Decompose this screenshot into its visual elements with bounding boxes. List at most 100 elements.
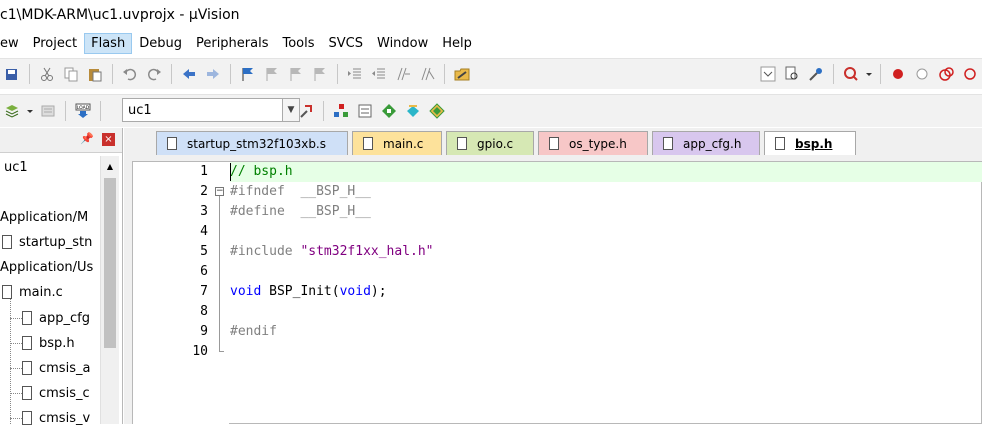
code-line[interactable]: #define __BSP_H__ (230, 202, 982, 222)
scroll-up-icon[interactable]: ▲ (102, 158, 118, 174)
tree-file-main-c[interactable]: main.c (0, 281, 100, 303)
line-number-gutter: 1 2 3 4 5 6 7 8 9 10 − (133, 162, 229, 425)
nav-back-icon[interactable] (178, 63, 200, 85)
nav-forward-icon[interactable] (202, 63, 224, 85)
menu-view[interactable]: ew (0, 33, 26, 54)
file-icon (22, 311, 32, 325)
editor-tabs: startup_stm32f103xb.s main.c gpio.c os_t… (124, 128, 982, 156)
project-scrollbar[interactable]: ▲ (100, 156, 119, 424)
menu-help[interactable]: Help (435, 33, 479, 54)
toolbar-separator (171, 64, 172, 84)
save-all-icon[interactable] (1, 63, 23, 85)
tab-main-c[interactable]: main.c (352, 131, 442, 155)
pin-icon[interactable]: 📌 (80, 132, 94, 145)
translate-icon[interactable] (1, 100, 23, 122)
code-token: ); (370, 284, 387, 299)
debug-settings-icon[interactable] (805, 63, 827, 85)
incremental-find-icon[interactable] (781, 63, 803, 85)
toolbar-separator (100, 101, 101, 121)
target-select[interactable]: uc1 ▼ (122, 98, 300, 122)
code-line[interactable]: #endif (230, 322, 982, 342)
code-line[interactable] (230, 342, 982, 362)
select-packs-icon[interactable] (378, 100, 400, 122)
file-icon (457, 137, 467, 150)
menu-project[interactable]: Project (26, 33, 84, 54)
menu-peripherals[interactable]: Peripherals (189, 33, 276, 54)
toolbar-separator (337, 64, 338, 84)
code-line[interactable]: #include "stm32f1xx_hal.h" (230, 242, 982, 262)
tree-file-bsp-h[interactable]: bsp.h (0, 332, 100, 354)
menu-svcs[interactable]: SVCS (322, 33, 370, 54)
find-dropdown-icon[interactable] (757, 63, 779, 85)
tree-root[interactable]: uc1 (0, 156, 28, 178)
tree-group-application-user[interactable]: Application/Us (0, 256, 100, 278)
indent-icon[interactable] (344, 63, 366, 85)
scroll-thumb[interactable] (104, 178, 116, 348)
tab-label: os_type.h (569, 136, 627, 151)
menu-debug[interactable]: Debug (132, 33, 189, 54)
bookmark-icon[interactable] (237, 63, 259, 85)
find-in-files-icon[interactable] (451, 63, 473, 85)
tree-file-label: main.c (19, 284, 63, 300)
tree-file-cmsis-a[interactable]: cmsis_a (0, 357, 100, 379)
tree-file-cmsis-c[interactable]: cmsis_c (0, 382, 100, 404)
undo-icon[interactable] (119, 63, 141, 85)
insert-breakpoint-icon[interactable] (887, 63, 909, 85)
manage-project-items-icon[interactable] (330, 100, 352, 122)
bookmark-clear-icon[interactable] (309, 63, 331, 85)
comment-icon[interactable] (392, 63, 414, 85)
tree-file-startup[interactable]: startup_stn (0, 231, 100, 253)
tree-file-label: bsp.h (39, 335, 75, 351)
tab-app-cfg-h[interactable]: app_cfg.h (652, 131, 760, 155)
build-dropdown-icon[interactable] (25, 100, 35, 122)
menu-tools[interactable]: Tools (275, 33, 321, 54)
tab-os-type-h[interactable]: os_type.h (538, 131, 648, 155)
enable-breakpoint-icon[interactable] (911, 63, 933, 85)
bookmark-next-icon[interactable] (285, 63, 307, 85)
file-icon (2, 285, 12, 299)
disable-all-breakpoints-icon[interactable] (935, 63, 957, 85)
tree-file-cmsis-v[interactable]: cmsis_v (0, 407, 100, 429)
line-number: 6 (200, 264, 208, 279)
download-icon[interactable]: LOAD (72, 100, 94, 122)
batch-build-icon[interactable] (37, 100, 59, 122)
menu-flash[interactable]: Flash (84, 32, 133, 54)
tree-group-label: Application/Us (0, 259, 94, 275)
menu-window[interactable]: Window (370, 33, 435, 54)
code-line[interactable] (230, 302, 982, 322)
debug-dropdown-icon[interactable] (864, 63, 874, 85)
redo-icon[interactable] (143, 63, 165, 85)
manage-rte-icon[interactable] (402, 100, 424, 122)
tab-bsp-h[interactable]: bsp.h (764, 131, 856, 155)
tree-file-app-cfg[interactable]: app_cfg (0, 307, 100, 329)
tab-gpio-c[interactable]: gpio.c (446, 131, 534, 155)
line-number: 3 (200, 204, 208, 219)
current-code-line[interactable]: // bsp.h (230, 162, 982, 182)
copy-icon[interactable] (60, 63, 82, 85)
code-line[interactable] (230, 222, 982, 242)
project-panel: 📌 × uc1 Application/M startup_stn Applic… (0, 128, 123, 426)
close-icon[interactable]: × (102, 133, 115, 146)
code-line[interactable]: void BSP_Init(void); (230, 282, 982, 302)
paste-icon[interactable] (84, 63, 106, 85)
pack-installer-icon[interactable] (426, 100, 448, 122)
uncomment-icon[interactable] (416, 63, 438, 85)
line-number: 2 (200, 184, 208, 199)
code-line[interactable] (230, 262, 982, 282)
code-line[interactable]: #ifndef __BSP_H__ (230, 182, 982, 202)
kill-all-breakpoints-icon[interactable] (959, 63, 981, 85)
start-debug-icon[interactable] (840, 63, 862, 85)
chevron-down-icon[interactable]: ▼ (282, 99, 299, 121)
code-editor[interactable]: 1 2 3 4 5 6 7 8 9 10 − // bsp.h #ifndef _… (132, 161, 982, 425)
window-title: c1\MDK-ARM\uc1.uvprojx - µVision (0, 7, 240, 23)
unindent-icon[interactable] (368, 63, 390, 85)
code-token: void (230, 284, 262, 299)
tree-group-application-mdk[interactable]: Application/M (0, 206, 100, 228)
tab-startup-stm32f103xb-s[interactable]: startup_stm32f103xb.s (156, 131, 348, 155)
file-extensions-icon[interactable] (354, 100, 376, 122)
cut-icon[interactable] (36, 63, 58, 85)
fold-toggle-icon[interactable]: − (215, 187, 224, 196)
menu-bar: ew Project Flash Debug Peripherals Tools… (0, 30, 982, 56)
file-icon (22, 411, 32, 425)
bookmark-prev-icon[interactable] (261, 63, 283, 85)
